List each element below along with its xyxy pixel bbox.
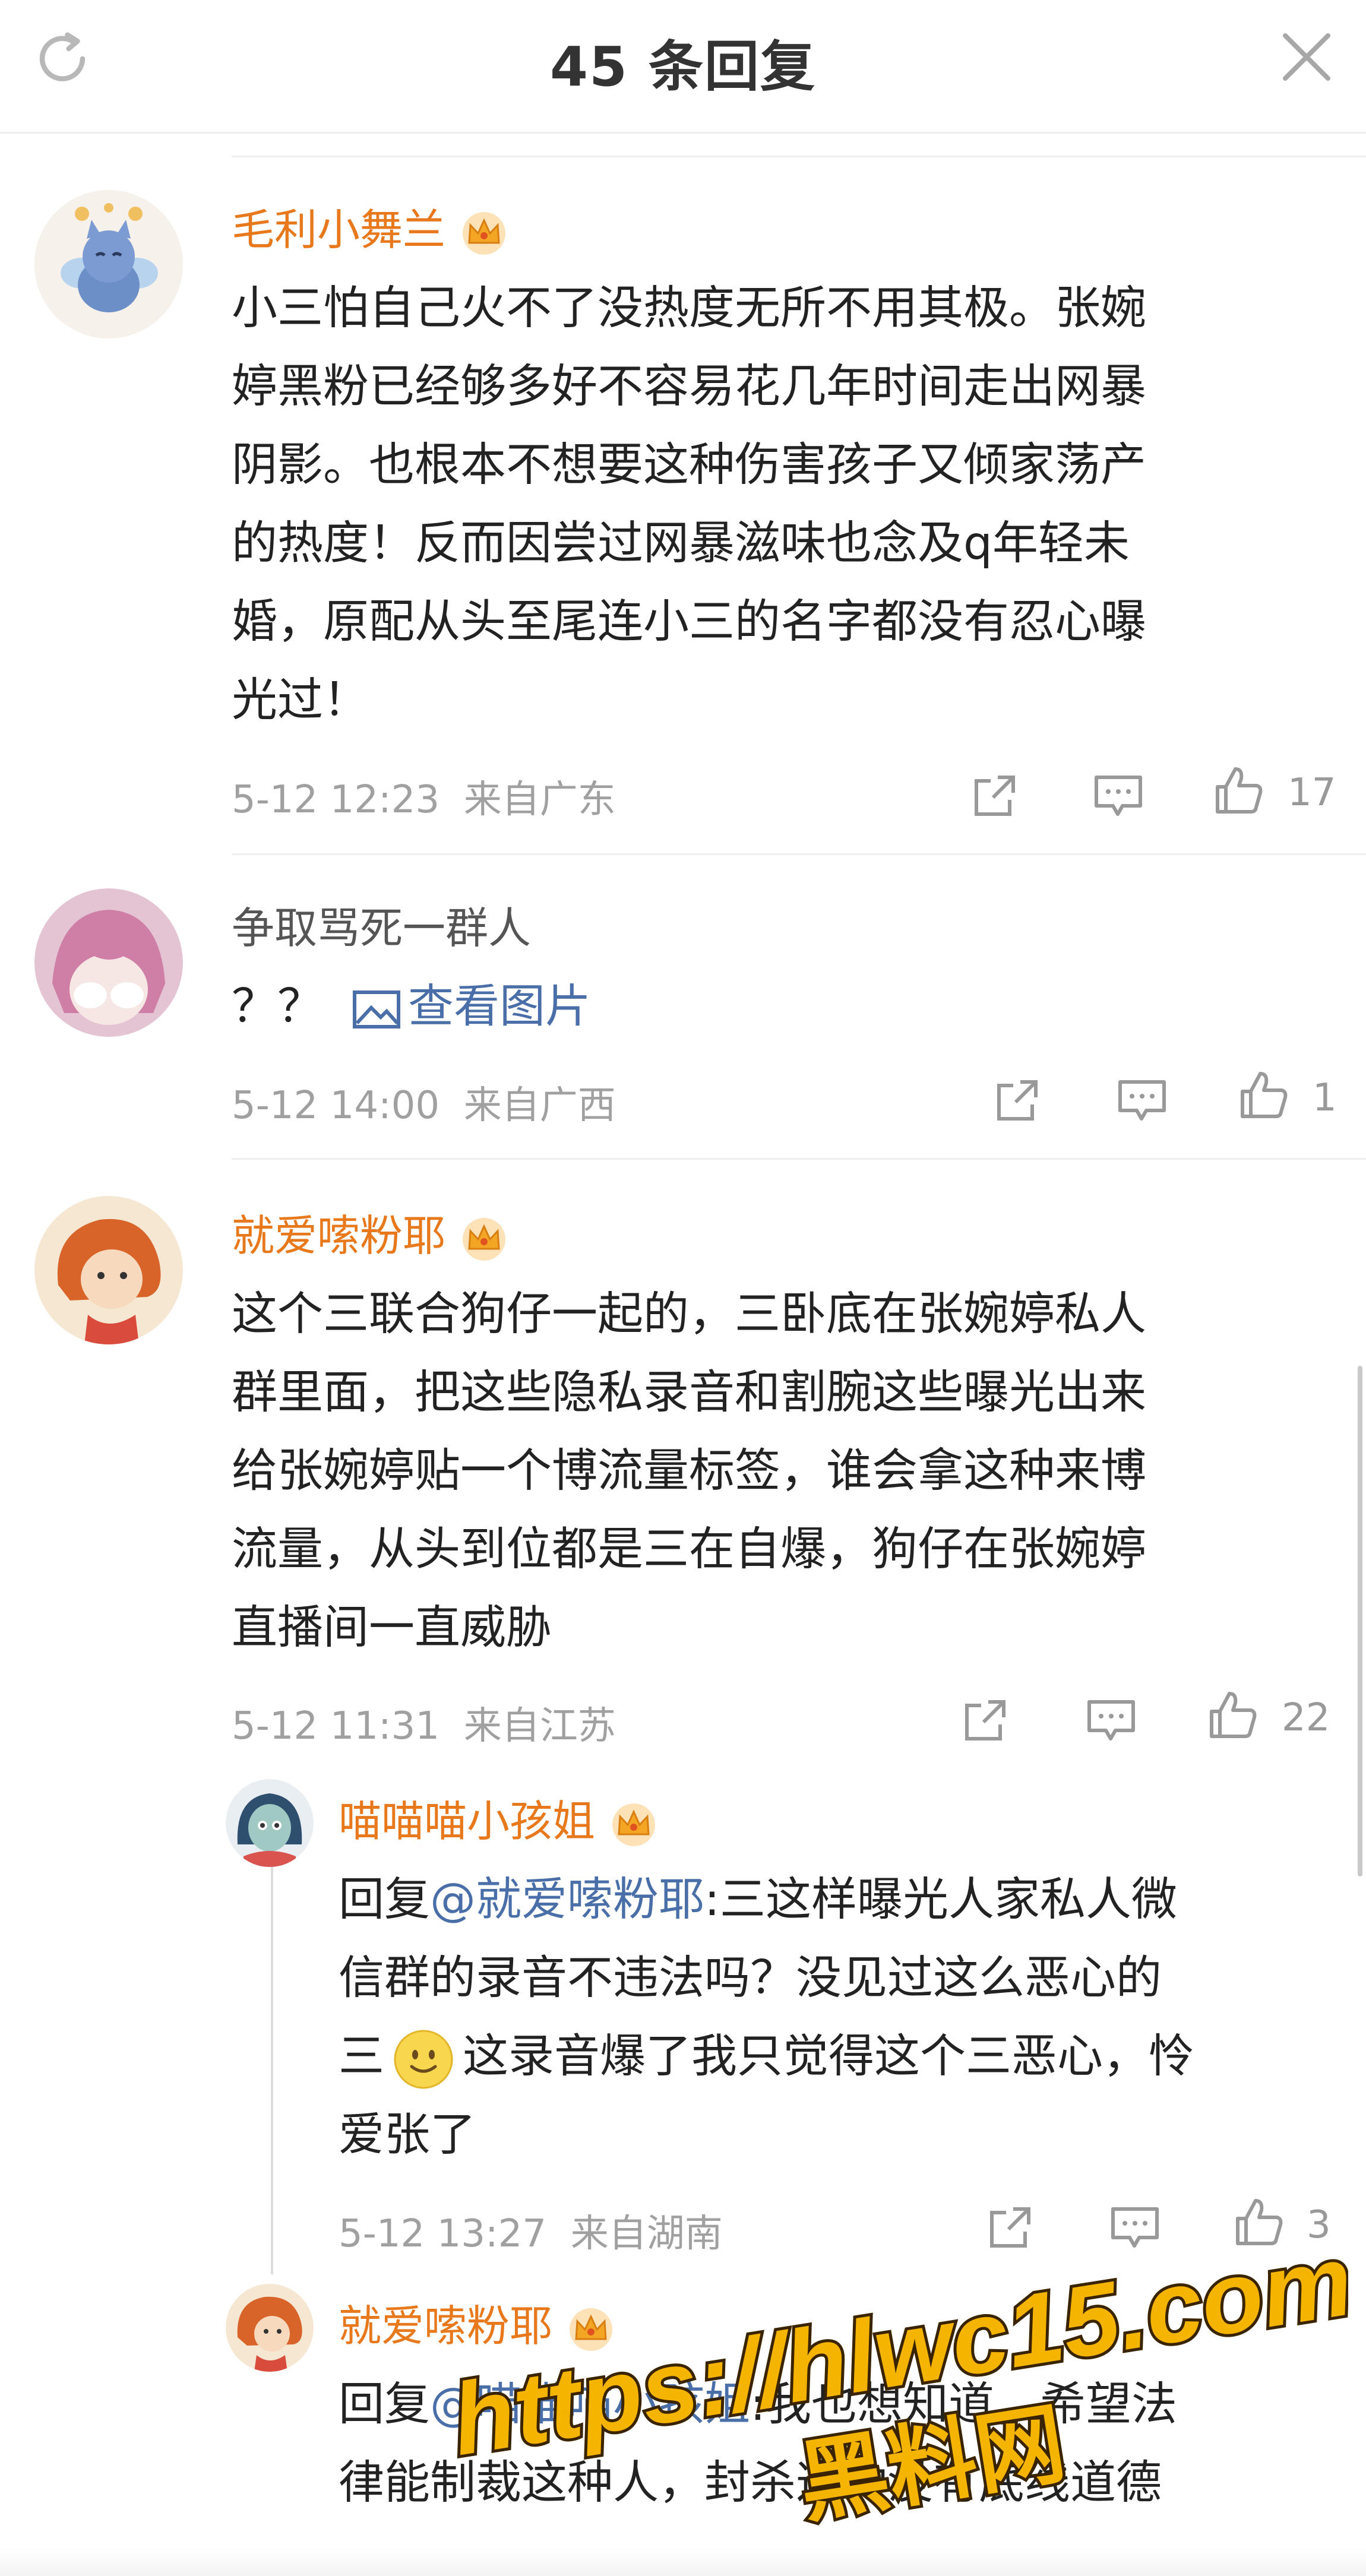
reply-meta: 5-12 13:27 来自湖南 xyxy=(339,2203,723,2258)
location: 来自湖南 xyxy=(570,2212,723,2256)
avatar[interactable] xyxy=(34,888,183,1037)
comment-content: ？？ 查看图片 xyxy=(232,980,591,1033)
picture-icon xyxy=(352,990,400,1028)
ponyo-avatar-icon xyxy=(34,1196,183,1344)
share-icon[interactable] xyxy=(984,2201,1037,2254)
like-count: 22 xyxy=(1282,1696,1330,1740)
username[interactable]: 毛利小舞兰 xyxy=(232,195,510,257)
bottom-edge xyxy=(0,2547,1366,2576)
like-count: 1 xyxy=(1313,1076,1337,1120)
share-icon[interactable] xyxy=(991,1074,1044,1127)
smile-emoji-icon xyxy=(394,2030,453,2089)
scrollbar[interactable] xyxy=(1358,1366,1362,1876)
avatar[interactable] xyxy=(226,2284,314,2372)
username[interactable]: 就爱嗦粉耶 xyxy=(339,2291,616,2353)
comment-content: 小三怕自己火不了没热度无所不用其极。张婉 婷黑粉已经够多好不容易花几年时间走出网… xyxy=(232,282,1146,727)
like-icon[interactable] xyxy=(1237,1068,1290,1121)
mention-link[interactable]: @喵喵喵小孩姐 xyxy=(430,2378,750,2431)
share-icon[interactable] xyxy=(968,769,1022,822)
username[interactable]: 喵喵喵小孩姐 xyxy=(339,1786,659,1849)
location: 来自江苏 xyxy=(463,1704,616,1748)
avatar[interactable] xyxy=(34,190,183,338)
comment-icon[interactable] xyxy=(1108,2201,1162,2254)
like-count: 17 xyxy=(1288,771,1336,815)
divider xyxy=(232,156,1366,157)
avatar[interactable] xyxy=(226,1779,314,1867)
comment-icon[interactable] xyxy=(1115,1074,1169,1127)
reply-content: 回复@就爱嗦粉耶:三这样曝光人家私人微 信群的录音不违法吗？没见过这么恶心的 三… xyxy=(339,1874,1194,2162)
like-icon[interactable] xyxy=(1206,1688,1259,1741)
comment-meta: 5-12 14:00 来自广西 xyxy=(232,1075,616,1129)
timestamp: 5-12 14:00 xyxy=(232,1084,440,1128)
timestamp: 5-12 12:23 xyxy=(232,778,440,822)
like-icon[interactable] xyxy=(1232,2195,1285,2248)
timestamp: 5-12 13:27 xyxy=(339,2212,547,2256)
ponyo-avatar-icon xyxy=(226,2284,314,2372)
crown-badge-icon xyxy=(463,212,506,255)
crown-badge-icon xyxy=(612,1803,656,1847)
crown-badge-icon xyxy=(570,2308,613,2352)
girl-avatar-icon xyxy=(226,1779,314,1867)
crown-badge-icon xyxy=(463,1218,506,1261)
divider xyxy=(232,853,1366,855)
comment-meta: 5-12 12:23 来自广东 xyxy=(232,769,616,824)
share-icon[interactable] xyxy=(959,1694,1012,1747)
mention-link[interactable]: @就爱嗦粉耶 xyxy=(430,1874,704,1926)
divider xyxy=(232,1158,1366,1160)
page-title: 45 条回复 xyxy=(549,35,817,99)
location: 来自广西 xyxy=(463,1084,616,1128)
blue-cat-avatar-icon xyxy=(34,190,183,338)
username[interactable]: 就爱嗦粉耶 xyxy=(232,1201,510,1263)
top-bar: 45 条回复 xyxy=(0,0,1366,134)
like-icon[interactable] xyxy=(1212,763,1265,817)
reply-content: 回复@喵喵喵小孩姐:我也想知道，希望法 律能制裁这种人，封杀这种没有底线道德 xyxy=(339,2378,1177,2509)
view-picture-link[interactable]: 查看图片 xyxy=(352,980,591,1033)
timestamp: 5-12 11:31 xyxy=(232,1704,440,1748)
username[interactable]: 争取骂死一群人 xyxy=(232,893,531,955)
location: 来自广东 xyxy=(463,778,616,822)
pink-hair-girl-avatar-icon xyxy=(34,888,183,1037)
comment-meta: 5-12 11:31 来自江苏 xyxy=(232,1695,616,1750)
comment-content: 这个三联合狗仔一起的，三卧底在张婉婷私人 群里面，把这些隐私录音和割腕这些曝光出… xyxy=(232,1288,1146,1654)
comment-icon[interactable] xyxy=(1092,769,1145,822)
comment-icon[interactable] xyxy=(1084,1694,1138,1747)
like-count: 3 xyxy=(1307,2203,1331,2247)
close-icon[interactable] xyxy=(1277,27,1336,87)
avatar[interactable] xyxy=(34,1196,183,1344)
reply-thread-line xyxy=(271,1859,273,2274)
